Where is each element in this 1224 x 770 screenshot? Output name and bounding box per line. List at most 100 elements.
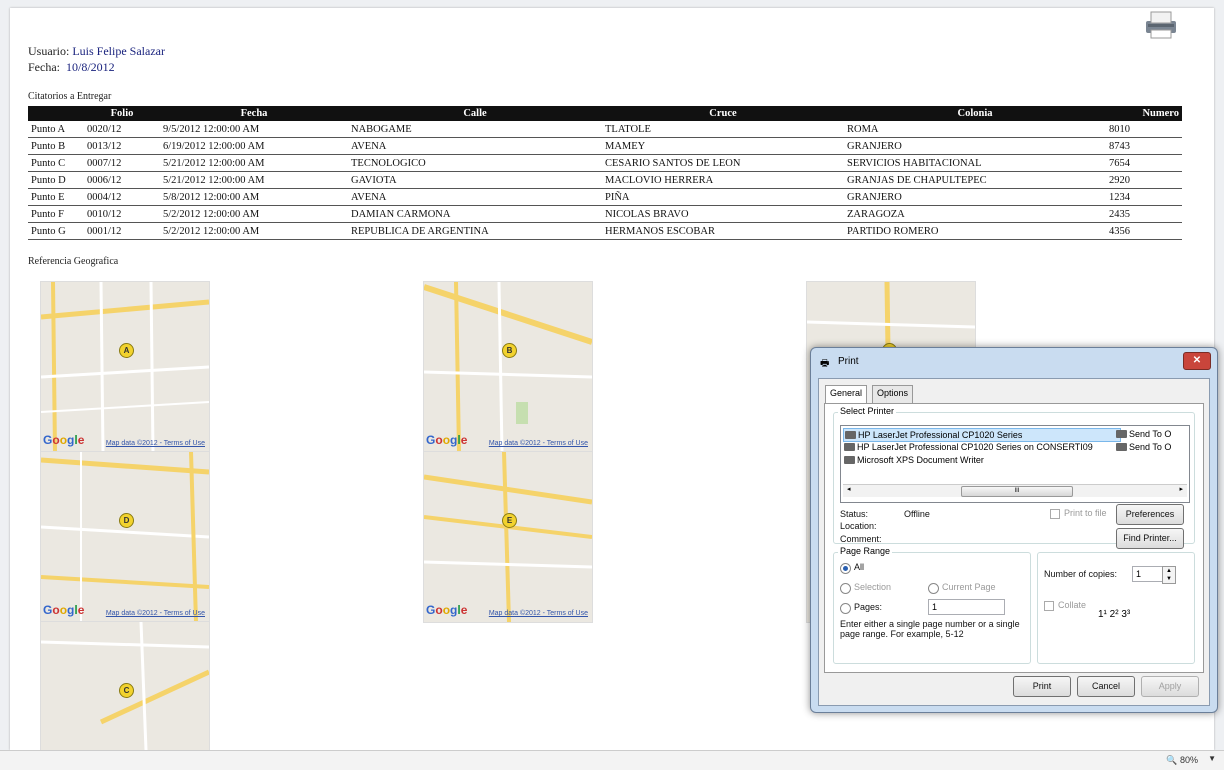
zoom-dropdown[interactable]: ▼ <box>1208 754 1216 763</box>
table-row: Punto G 0001/12 5/2/2012 12:00:00 AM REPUBL… <box>28 222 1182 240</box>
user-line: Usuario: Luis Felipe Salazar <box>28 44 165 59</box>
map-panel[interactable]: Map data ©2012 - Terms of Use <box>40 281 210 453</box>
printer-icon[interactable] <box>1142 10 1180 40</box>
select-printer-label: Select Printer <box>838 406 897 416</box>
table-row: Punto D 0006/12 5/21/2012 12:00:00 AM GAVIO… <box>28 171 1182 189</box>
radio-pages[interactable] <box>840 603 851 614</box>
horizontal-scrollbar[interactable]: ◂ III ▸ <box>843 484 1187 497</box>
print-to-file-label: Print to file <box>1064 508 1107 518</box>
copies-group: Number of copies: 1 ▲ ▼ Collate 1¹ 2² 3³ <box>1037 552 1195 664</box>
table-row: Punto B 0013/12 6/19/2012 12:00:00 AM AVENA… <box>28 137 1182 155</box>
map-marker[interactable]: D <box>119 513 134 528</box>
table-cell: 5/21/2012 12:00:00 AM <box>160 154 348 172</box>
table-cell: Punto B <box>28 137 84 155</box>
table-cell: 0007/12 <box>84 154 160 172</box>
table-cell: TECNOLOGICO <box>348 154 602 172</box>
apply-button[interactable]: Apply <box>1141 676 1199 697</box>
printer-item[interactable]: Send To O <box>1115 428 1171 440</box>
map-marker[interactable]: C <box>119 683 134 698</box>
printer-item[interactable]: HP LaserJet Professional CP1020 Series <box>843 428 1121 442</box>
dialog-body: General Options Select Printer HP LaserJ… <box>818 378 1210 706</box>
table-cell: 5/8/2012 12:00:00 AM <box>160 188 348 206</box>
table-row: Punto A 0020/12 9/5/2012 12:00:00 AM NABOGA… <box>28 121 1182 138</box>
table-cell: 0010/12 <box>84 205 160 223</box>
map-data-link[interactable]: Map data ©2012 - Terms of Use <box>106 610 205 617</box>
column-header: Numero <box>1106 106 1182 121</box>
table-cell: 7654 <box>1106 154 1182 172</box>
table-cell: REPUBLICA DE ARGENTINA <box>348 222 602 240</box>
map-panel[interactable]: Map data ©2012 - Terms of Use <box>423 281 593 453</box>
table-row: Punto E 0004/12 5/8/2012 12:00:00 AM AVENA P… <box>28 188 1182 206</box>
table-cell: 8743 <box>1106 137 1182 155</box>
preferences-button[interactable]: Preferences <box>1116 504 1184 525</box>
cancel-button[interactable]: Cancel <box>1077 676 1135 697</box>
map-marker[interactable]: A <box>119 343 134 358</box>
table-cell: 9/5/2012 12:00:00 AM <box>160 121 348 138</box>
select-printer-group: Select Printer HP LaserJet Professional … <box>833 406 1195 549</box>
map-data-link[interactable]: Map data ©2012 - Terms of Use <box>489 440 588 447</box>
radio-all-label: All <box>854 562 865 572</box>
radio-selection[interactable] <box>840 583 851 594</box>
table-cell: GRANJERO <box>844 137 1106 155</box>
column-header <box>28 106 84 121</box>
collate-label: Collate <box>1058 600 1087 610</box>
page-range-hint: Enter either a single page number or a s… <box>840 619 1020 639</box>
print-to-file-checkbox[interactable] <box>1050 509 1060 519</box>
printer-item[interactable]: HP LaserJet Professional CP1020 Series o… <box>843 441 1093 453</box>
table-cell: NABOGAME <box>348 121 602 138</box>
table-cell: AVENA <box>348 137 602 155</box>
map-marker[interactable]: B <box>502 343 517 358</box>
scroll-right-arrow[interactable]: ▸ <box>1179 485 1183 493</box>
printer-icon <box>844 443 855 451</box>
table-row: Punto C 0007/12 5/21/2012 12:00:00 AM TECNO… <box>28 154 1182 172</box>
table-cell: 0006/12 <box>84 171 160 189</box>
map-marker[interactable]: E <box>502 513 517 528</box>
tab-panel-general: Select Printer HP LaserJet Professional … <box>824 403 1204 673</box>
table-cell: 0020/12 <box>84 121 160 138</box>
printer-item[interactable]: Microsoft XPS Document Writer <box>843 454 984 466</box>
scroll-left-arrow[interactable]: ◂ <box>847 485 851 493</box>
dialog-titlebar[interactable]: 🖶 Print ✕ <box>811 348 1217 376</box>
copies-spinner[interactable]: ▲ ▼ <box>1162 566 1176 584</box>
printer-icon <box>1116 430 1127 438</box>
scroll-thumb[interactable]: III <box>961 486 1073 497</box>
zoom-level[interactable]: 🔍 80% <box>1166 755 1198 766</box>
google-logo: Google <box>426 603 468 617</box>
close-button[interactable]: ✕ <box>1183 352 1211 370</box>
radio-all[interactable] <box>840 563 851 574</box>
column-header: Fecha <box>160 106 348 121</box>
table-cell: 4356 <box>1106 222 1182 240</box>
printer-icon <box>1116 443 1127 451</box>
table-cell: CESARIO SANTOS DE LEON <box>602 154 844 172</box>
printer-item[interactable]: Send To O <box>1115 441 1171 453</box>
table-cell: ROMA <box>844 121 1106 138</box>
table-cell: GAVIOTA <box>348 171 602 189</box>
map-data-link[interactable]: Map data ©2012 - Terms of Use <box>489 610 588 617</box>
copies-label: Number of copies: <box>1044 569 1118 579</box>
table-cell: Punto F <box>28 205 84 223</box>
table-cell: PARTIDO ROMERO <box>844 222 1106 240</box>
table-cell: MACLOVIO HERRERA <box>602 171 844 189</box>
radio-pages-label: Pages: <box>854 602 883 612</box>
print-button[interactable]: Print <box>1013 676 1071 697</box>
location-label: Location: <box>840 521 877 531</box>
radio-selection-label: Selection <box>854 582 892 592</box>
section-title-referencia: Referencia Geografica <box>28 256 119 267</box>
printer-list[interactable]: HP LaserJet Professional CP1020 Series H… <box>840 425 1190 503</box>
radio-current-page[interactable] <box>928 583 939 594</box>
map-data-link[interactable]: Map data ©2012 - Terms of Use <box>106 440 205 447</box>
page-range-group: Page Range All Selection Current Page Pa… <box>833 546 1031 664</box>
table-cell: 5/2/2012 12:00:00 AM <box>160 222 348 240</box>
tab-general[interactable]: General <box>825 385 868 404</box>
user-label: Usuario: <box>28 44 70 58</box>
copies-input[interactable]: 1 <box>1132 566 1163 582</box>
find-printer-button[interactable]: Find Printer... <box>1116 528 1184 549</box>
tab-options[interactable]: Options <box>872 385 914 404</box>
pages-input[interactable]: 1 <box>928 599 1005 615</box>
table-body: Punto A 0020/12 9/5/2012 12:00:00 AM NABOGA… <box>28 121 1182 240</box>
column-header: Cruce <box>602 106 844 121</box>
printer-icon <box>844 456 855 464</box>
collate-checkbox[interactable] <box>1044 601 1054 611</box>
table-cell: 8010 <box>1106 121 1182 138</box>
table-cell: Punto C <box>28 154 84 172</box>
